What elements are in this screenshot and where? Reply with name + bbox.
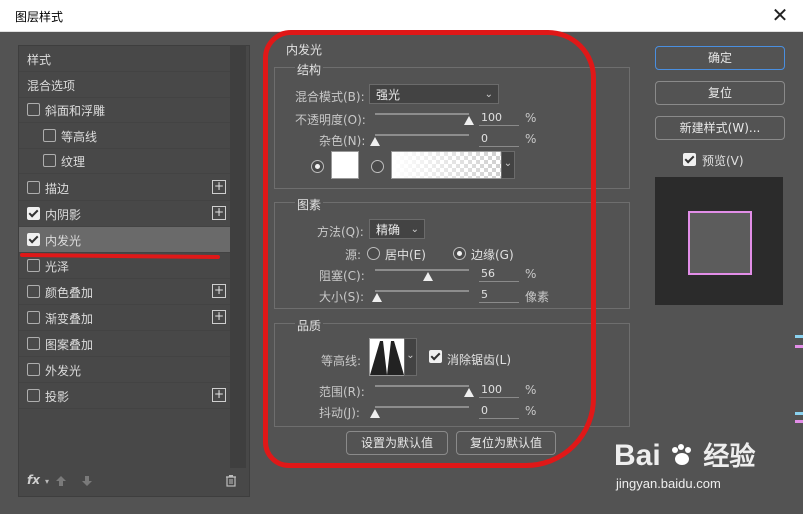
style-item-label: 样式: [27, 53, 52, 67]
style-item-checkbox[interactable]: [27, 285, 40, 298]
arrow-down-icon[interactable]: [81, 475, 93, 487]
style-item-checkbox[interactable]: [27, 311, 40, 324]
style-item-label: 投影: [45, 390, 70, 404]
dialog-title: 图层样式: [15, 10, 64, 24]
preview-box: [655, 177, 783, 305]
canvas-edge-artifact: [795, 345, 803, 348]
style-item-label: 内发光: [45, 234, 82, 248]
preview-label: 预览(V): [702, 154, 744, 168]
style-item-11[interactable]: 图案叠加: [19, 331, 230, 357]
arrow-up-icon[interactable]: [55, 475, 67, 487]
style-item-label: 颜色叠加: [45, 286, 94, 300]
style-item-checkbox[interactable]: [27, 103, 40, 116]
trash-icon[interactable]: [225, 474, 237, 487]
add-effect-plus-icon[interactable]: +: [212, 180, 226, 194]
preview-checkbox[interactable]: [683, 153, 696, 166]
style-item-label: 图案叠加: [45, 338, 94, 352]
style-item-checkbox[interactable]: [27, 259, 40, 272]
new-style-button[interactable]: 新建样式(W)...: [655, 116, 785, 140]
style-item-checkbox[interactable]: [27, 337, 40, 350]
style-item-checkbox[interactable]: [27, 181, 40, 194]
style-item-label: 内阴影: [45, 208, 82, 222]
style-item-checkbox[interactable]: [43, 154, 56, 167]
style-item-checkbox[interactable]: [27, 207, 40, 220]
style-item-label: 描边: [45, 182, 70, 196]
style-item-label: 渐变叠加: [45, 312, 94, 326]
reset-button[interactable]: 复位: [655, 81, 785, 105]
styles-list-toolbar: fx ▾: [19, 468, 247, 495]
style-item-label: 光泽: [45, 260, 70, 274]
style-item-12[interactable]: 外发光: [19, 357, 230, 383]
close-icon[interactable]: ✕: [765, 2, 795, 28]
style-item-1[interactable]: 混合选项: [19, 72, 230, 98]
canvas-edge-artifact: [795, 420, 803, 423]
styles-list-scrollbar[interactable]: [230, 45, 246, 468]
style-item-13[interactable]: 投影 +: [19, 383, 230, 409]
style-item-label: 混合选项: [27, 79, 76, 93]
style-item-7[interactable]: 内发光: [19, 227, 230, 253]
style-item-label: 等高线: [61, 130, 98, 144]
style-item-0[interactable]: 样式: [19, 46, 230, 72]
add-effect-plus-icon[interactable]: +: [212, 206, 226, 220]
style-item-5[interactable]: 描边 +: [19, 175, 230, 201]
style-item-3[interactable]: 等高线: [19, 123, 230, 149]
red-annotation-outline: [263, 30, 596, 468]
style-item-6[interactable]: 内阴影 +: [19, 201, 230, 227]
style-item-label: 纹理: [61, 155, 86, 169]
add-effect-plus-icon[interactable]: +: [212, 284, 226, 298]
style-item-checkbox[interactable]: [27, 389, 40, 402]
watermark-url: jingyan.baidu.com: [616, 476, 721, 491]
style-item-checkbox[interactable]: [27, 233, 40, 246]
fx-dropdown-icon[interactable]: ▾: [45, 477, 49, 486]
dialog-titlebar: 图层样式 ✕: [0, 0, 803, 32]
style-item-label: 斜面和浮雕: [45, 104, 106, 118]
watermark-suffix: 经验: [703, 441, 756, 471]
style-item-checkbox[interactable]: [27, 363, 40, 376]
canvas-edge-artifact: [795, 335, 803, 338]
style-item-2[interactable]: 斜面和浮雕: [19, 97, 230, 123]
preview-square: [688, 211, 752, 275]
fx-icon[interactable]: fx: [27, 473, 40, 487]
style-item-4[interactable]: 纹理: [19, 148, 230, 174]
add-effect-plus-icon[interactable]: +: [212, 388, 226, 402]
ok-button[interactable]: 确定: [655, 46, 785, 70]
watermark-brand: Bai: [614, 439, 661, 472]
style-item-label: 外发光: [45, 364, 82, 378]
style-item-10[interactable]: 渐变叠加 +: [19, 305, 230, 331]
add-effect-plus-icon[interactable]: +: [212, 310, 226, 324]
style-item-checkbox[interactable]: [43, 129, 56, 142]
baidu-watermark: Bai 经验: [614, 436, 794, 472]
canvas-edge-artifact: [795, 412, 803, 415]
paw-icon: [672, 444, 692, 465]
style-item-9[interactable]: 颜色叠加 +: [19, 279, 230, 305]
